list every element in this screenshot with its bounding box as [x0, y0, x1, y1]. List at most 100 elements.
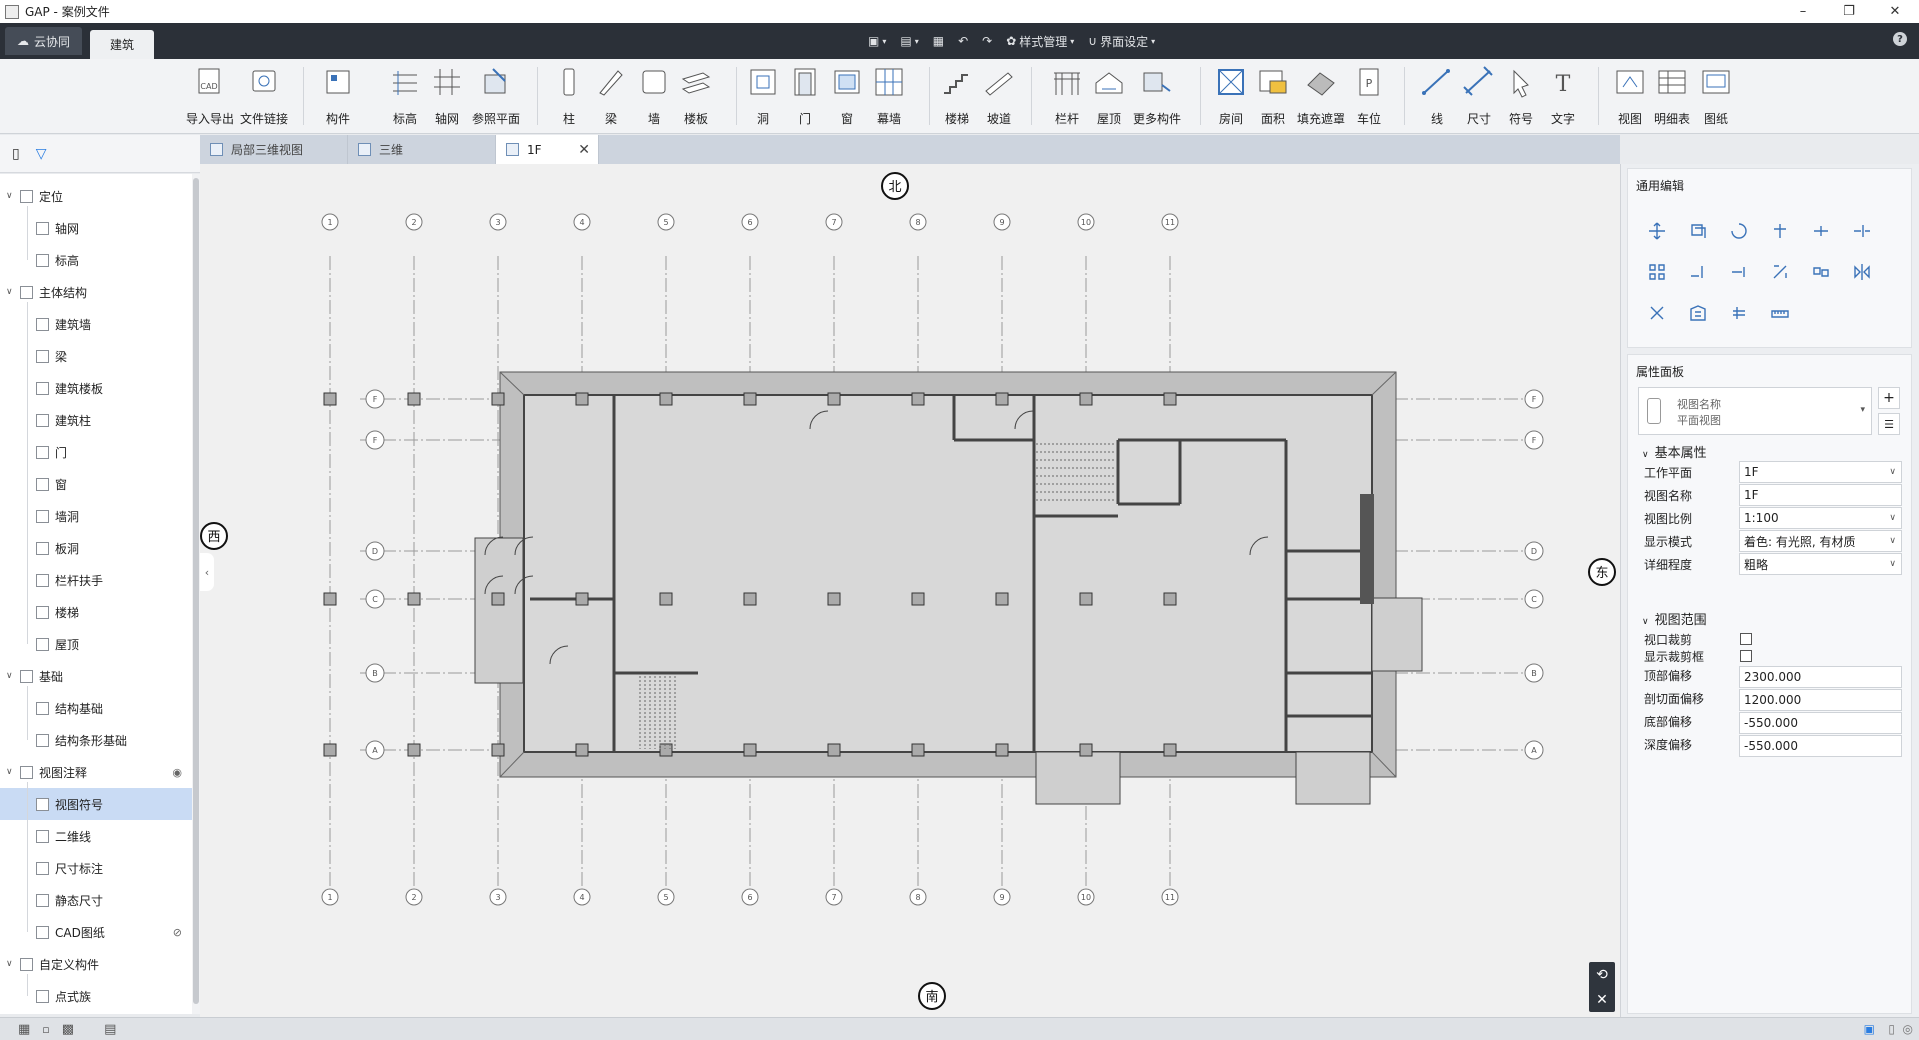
collapse-panel-button[interactable]: ‹ [200, 553, 214, 591]
close-nav-icon[interactable]: ✕ [1596, 992, 1608, 1008]
layout-grid-icon[interactable]: ▦ [18, 1022, 30, 1037]
ribbon-button-reference-plane[interactable]: 参照平面 [471, 65, 521, 127]
ribbon-button-schedule[interactable]: 明细表 [1647, 65, 1697, 127]
style-manage-button[interactable]: ✿ 样式管理 ▾ [1006, 33, 1074, 50]
basic-properties-section[interactable]: ∨ 基本属性 [1642, 442, 1707, 461]
ribbon-button-cad-import[interactable]: CAD 导入导出 [185, 65, 235, 127]
measure-tool-button[interactable] [1727, 301, 1751, 325]
filter-icon[interactable]: ▽ [36, 146, 47, 162]
ribbon-button-fill-mask[interactable]: 填充遮罩 [1296, 65, 1346, 127]
extend-tool-button[interactable] [1727, 260, 1751, 284]
tree-item[interactable]: 点式族 [0, 980, 192, 1012]
close-button[interactable]: ✕ [1872, 0, 1918, 23]
status-doc-icon[interactable]: ▯ [1888, 1022, 1895, 1036]
align-tool-button[interactable] [1768, 219, 1792, 243]
chevron-down-icon[interactable]: ∨ [6, 671, 13, 681]
tree-item[interactable]: 建筑楼板 [0, 372, 192, 404]
tree-item[interactable]: 尺寸标注 [0, 852, 192, 884]
tab-local-3d-view[interactable]: 局部三维视图 [200, 135, 348, 164]
tree-group[interactable]: ∨ 自定义构件 [0, 948, 192, 980]
tree-item[interactable]: 轴网 [0, 212, 192, 244]
scale-tool-button[interactable] [1768, 260, 1792, 284]
tree-group[interactable]: ∨ 基础 [0, 660, 192, 692]
view-type-selector[interactable]: 视图名称 平面视图 ▾ [1638, 387, 1872, 435]
chevron-down-icon[interactable]: ∨ [6, 767, 13, 777]
view-range-section[interactable]: ∨ 视图范围 [1642, 609, 1707, 628]
property-select[interactable]: 1:100 ∨ [1739, 507, 1902, 529]
ribbon-button-area[interactable]: 面积 [1248, 65, 1298, 127]
tree-item[interactable]: 结构基础 [0, 692, 192, 724]
status-window-icon[interactable]: ▣ [1864, 1022, 1875, 1036]
visibility-hidden-icon[interactable]: ⊘ [173, 926, 182, 939]
tab-3d[interactable]: 三维 [348, 135, 496, 164]
mirror-tool-button[interactable] [1850, 260, 1874, 284]
tree-item[interactable]: 建筑墙 [0, 308, 192, 340]
ui-settings-button[interactable]: ∪ 界面设定 ▾ [1088, 33, 1155, 50]
navigation-control[interactable]: ⟲ ✕ [1589, 962, 1615, 1012]
offset-input[interactable]: 2300.000 [1739, 666, 1902, 688]
tree-item[interactable]: 结构条形基础 [0, 724, 192, 756]
floor-plan-drawing[interactable]: 11223344556677889910101111F FF FD DC CB BA A北南… [200, 164, 1620, 1017]
add-type-button[interactable]: + [1878, 387, 1900, 409]
tree-item[interactable]: 静态尺寸 [0, 884, 192, 916]
tree-item[interactable]: 标高 [0, 244, 192, 276]
property-select[interactable]: 粗略 ∨ [1739, 553, 1902, 575]
tree-item[interactable]: 二维线 [0, 820, 192, 852]
ribbon-button-more-components[interactable]: 更多构件 [1132, 65, 1182, 127]
property-input[interactable]: 1F [1739, 484, 1902, 506]
ribbon-button-text[interactable]: T 文字 [1538, 65, 1588, 127]
offset-input[interactable]: 1200.000 [1739, 689, 1902, 711]
split-tool-button[interactable] [1809, 219, 1833, 243]
checkbox[interactable] [1740, 650, 1752, 662]
move-tool-button[interactable] [1645, 219, 1669, 243]
offset-input[interactable]: -550.000 [1739, 712, 1902, 734]
maximize-button[interactable]: ❐ [1826, 0, 1872, 23]
ruler-tool-button[interactable] [1768, 301, 1792, 325]
undo-button[interactable]: ↶ [958, 34, 968, 48]
ribbon-button-roof[interactable]: 屋顶 [1084, 65, 1134, 127]
tree-item[interactable]: 墙洞 [0, 500, 192, 532]
tree-item[interactable]: 建筑柱 [0, 404, 192, 436]
trim-tool-button[interactable] [1686, 260, 1710, 284]
tab-cloud-collab[interactable]: ☁ 云协同 [5, 27, 83, 55]
minimize-button[interactable]: – [1780, 0, 1826, 23]
property-select[interactable]: 着色: 有光照, 有材质 ∨ [1739, 530, 1902, 552]
tree-item[interactable]: 楼梯 [0, 596, 192, 628]
chevron-down-icon[interactable]: ∨ [6, 287, 13, 297]
table-icon[interactable]: ▤ [104, 1022, 116, 1037]
ribbon-button-component[interactable]: 构件 [313, 65, 363, 127]
building-tool-button[interactable] [1686, 301, 1710, 325]
status-settings-icon[interactable]: ◎ [1903, 1022, 1913, 1036]
array-tool-button[interactable] [1645, 260, 1669, 284]
ribbon-button-sheet[interactable]: 图纸 [1691, 65, 1741, 127]
ribbon-button-parking[interactable]: P 车位 [1344, 65, 1394, 127]
tree-group[interactable]: ∨ 定位 [0, 180, 192, 212]
rotate-view-icon[interactable]: ⟲ [1596, 967, 1608, 983]
close-tab-icon[interactable]: ✕ [578, 142, 590, 158]
tree-scrollbar[interactable] [192, 174, 200, 1014]
tree-item[interactable]: 窗 [0, 468, 192, 500]
group-tool-button[interactable] [1809, 260, 1833, 284]
tab-1f[interactable]: 1F ✕ [496, 135, 599, 164]
ribbon-button-grid[interactable]: 轴网 [422, 65, 472, 127]
checkbox[interactable] [1740, 633, 1752, 645]
tab-architecture[interactable]: 建筑 [90, 30, 155, 59]
ribbon-button-file-link[interactable]: 文件链接 [239, 65, 289, 127]
chevron-down-icon[interactable]: ∨ [6, 959, 13, 969]
ribbon-button-ramp[interactable]: 坡道 [974, 65, 1024, 127]
delete-tool-button[interactable] [1645, 301, 1669, 325]
panel-toggle-icon[interactable]: ▯ [12, 146, 20, 162]
tree-item[interactable]: 板洞 [0, 532, 192, 564]
help-button[interactable]: ? [1893, 32, 1907, 46]
property-select[interactable]: 1F ∨ [1739, 461, 1902, 483]
open-file-button[interactable]: ▤ ▾ [900, 34, 918, 48]
tree-item[interactable]: CAD图纸 ⊘ [0, 916, 192, 948]
tree-item[interactable]: 视图符号 [0, 788, 192, 820]
rotate-tool-button[interactable] [1727, 219, 1751, 243]
tree-scrollbar-thumb[interactable] [193, 178, 199, 1004]
tree-item[interactable]: 屋顶 [0, 628, 192, 660]
offset-tool-button[interactable] [1850, 219, 1874, 243]
redo-button[interactable]: ↷ [982, 34, 992, 48]
layout-tiles-icon[interactable]: ▩ [62, 1022, 74, 1037]
layout-small-icon[interactable]: ▫ [42, 1023, 49, 1036]
